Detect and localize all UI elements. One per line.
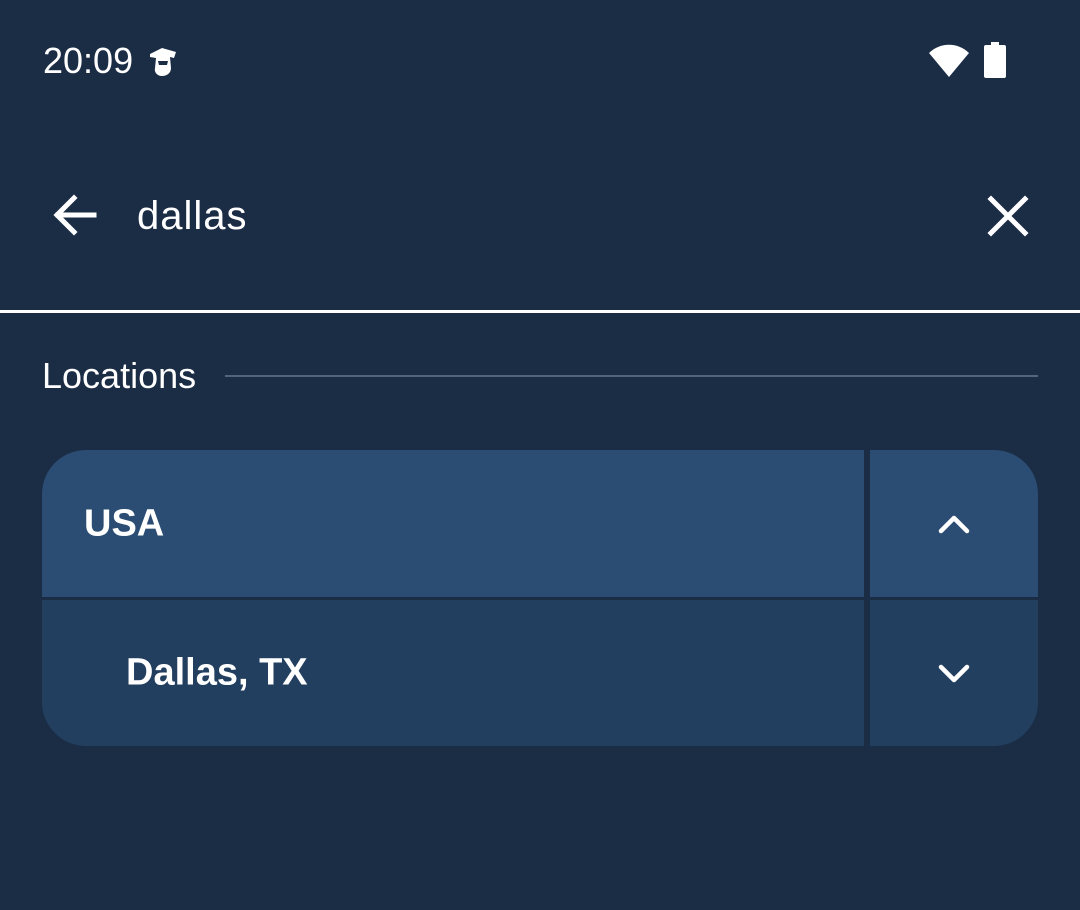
- location-label: USA: [84, 502, 165, 544]
- location-item-dallas[interactable]: Dallas, TX: [42, 600, 864, 746]
- search-input[interactable]: [137, 188, 937, 244]
- status-bar: 20:09: [0, 0, 1080, 120]
- status-time: 20:09: [43, 40, 134, 81]
- close-icon: [987, 195, 1029, 237]
- locations-section-header: Locations: [42, 352, 1038, 402]
- app-notification-icon: [146, 44, 180, 78]
- search-divider: [0, 310, 1080, 313]
- location-row-country: USA: [42, 450, 1038, 597]
- location-row-city: Dallas, TX: [42, 600, 1038, 746]
- section-title: Locations: [42, 355, 197, 396]
- chevron-down-icon: [938, 664, 970, 683]
- arrow-back-icon: [53, 194, 97, 236]
- chevron-up-icon: [938, 515, 970, 533]
- locations-list: USA Dallas, TX: [42, 450, 1038, 746]
- location-label: Dallas, TX: [126, 651, 308, 694]
- clear-search-button[interactable]: [980, 188, 1036, 244]
- battery-icon: [984, 42, 1006, 78]
- wifi-icon: [928, 42, 970, 78]
- section-divider: [225, 375, 1038, 377]
- back-button[interactable]: [46, 186, 104, 244]
- collapse-usa-button[interactable]: [870, 450, 1038, 597]
- location-item-usa[interactable]: USA: [42, 450, 864, 597]
- expand-dallas-button[interactable]: [870, 600, 1038, 746]
- search-bar: [0, 120, 1080, 310]
